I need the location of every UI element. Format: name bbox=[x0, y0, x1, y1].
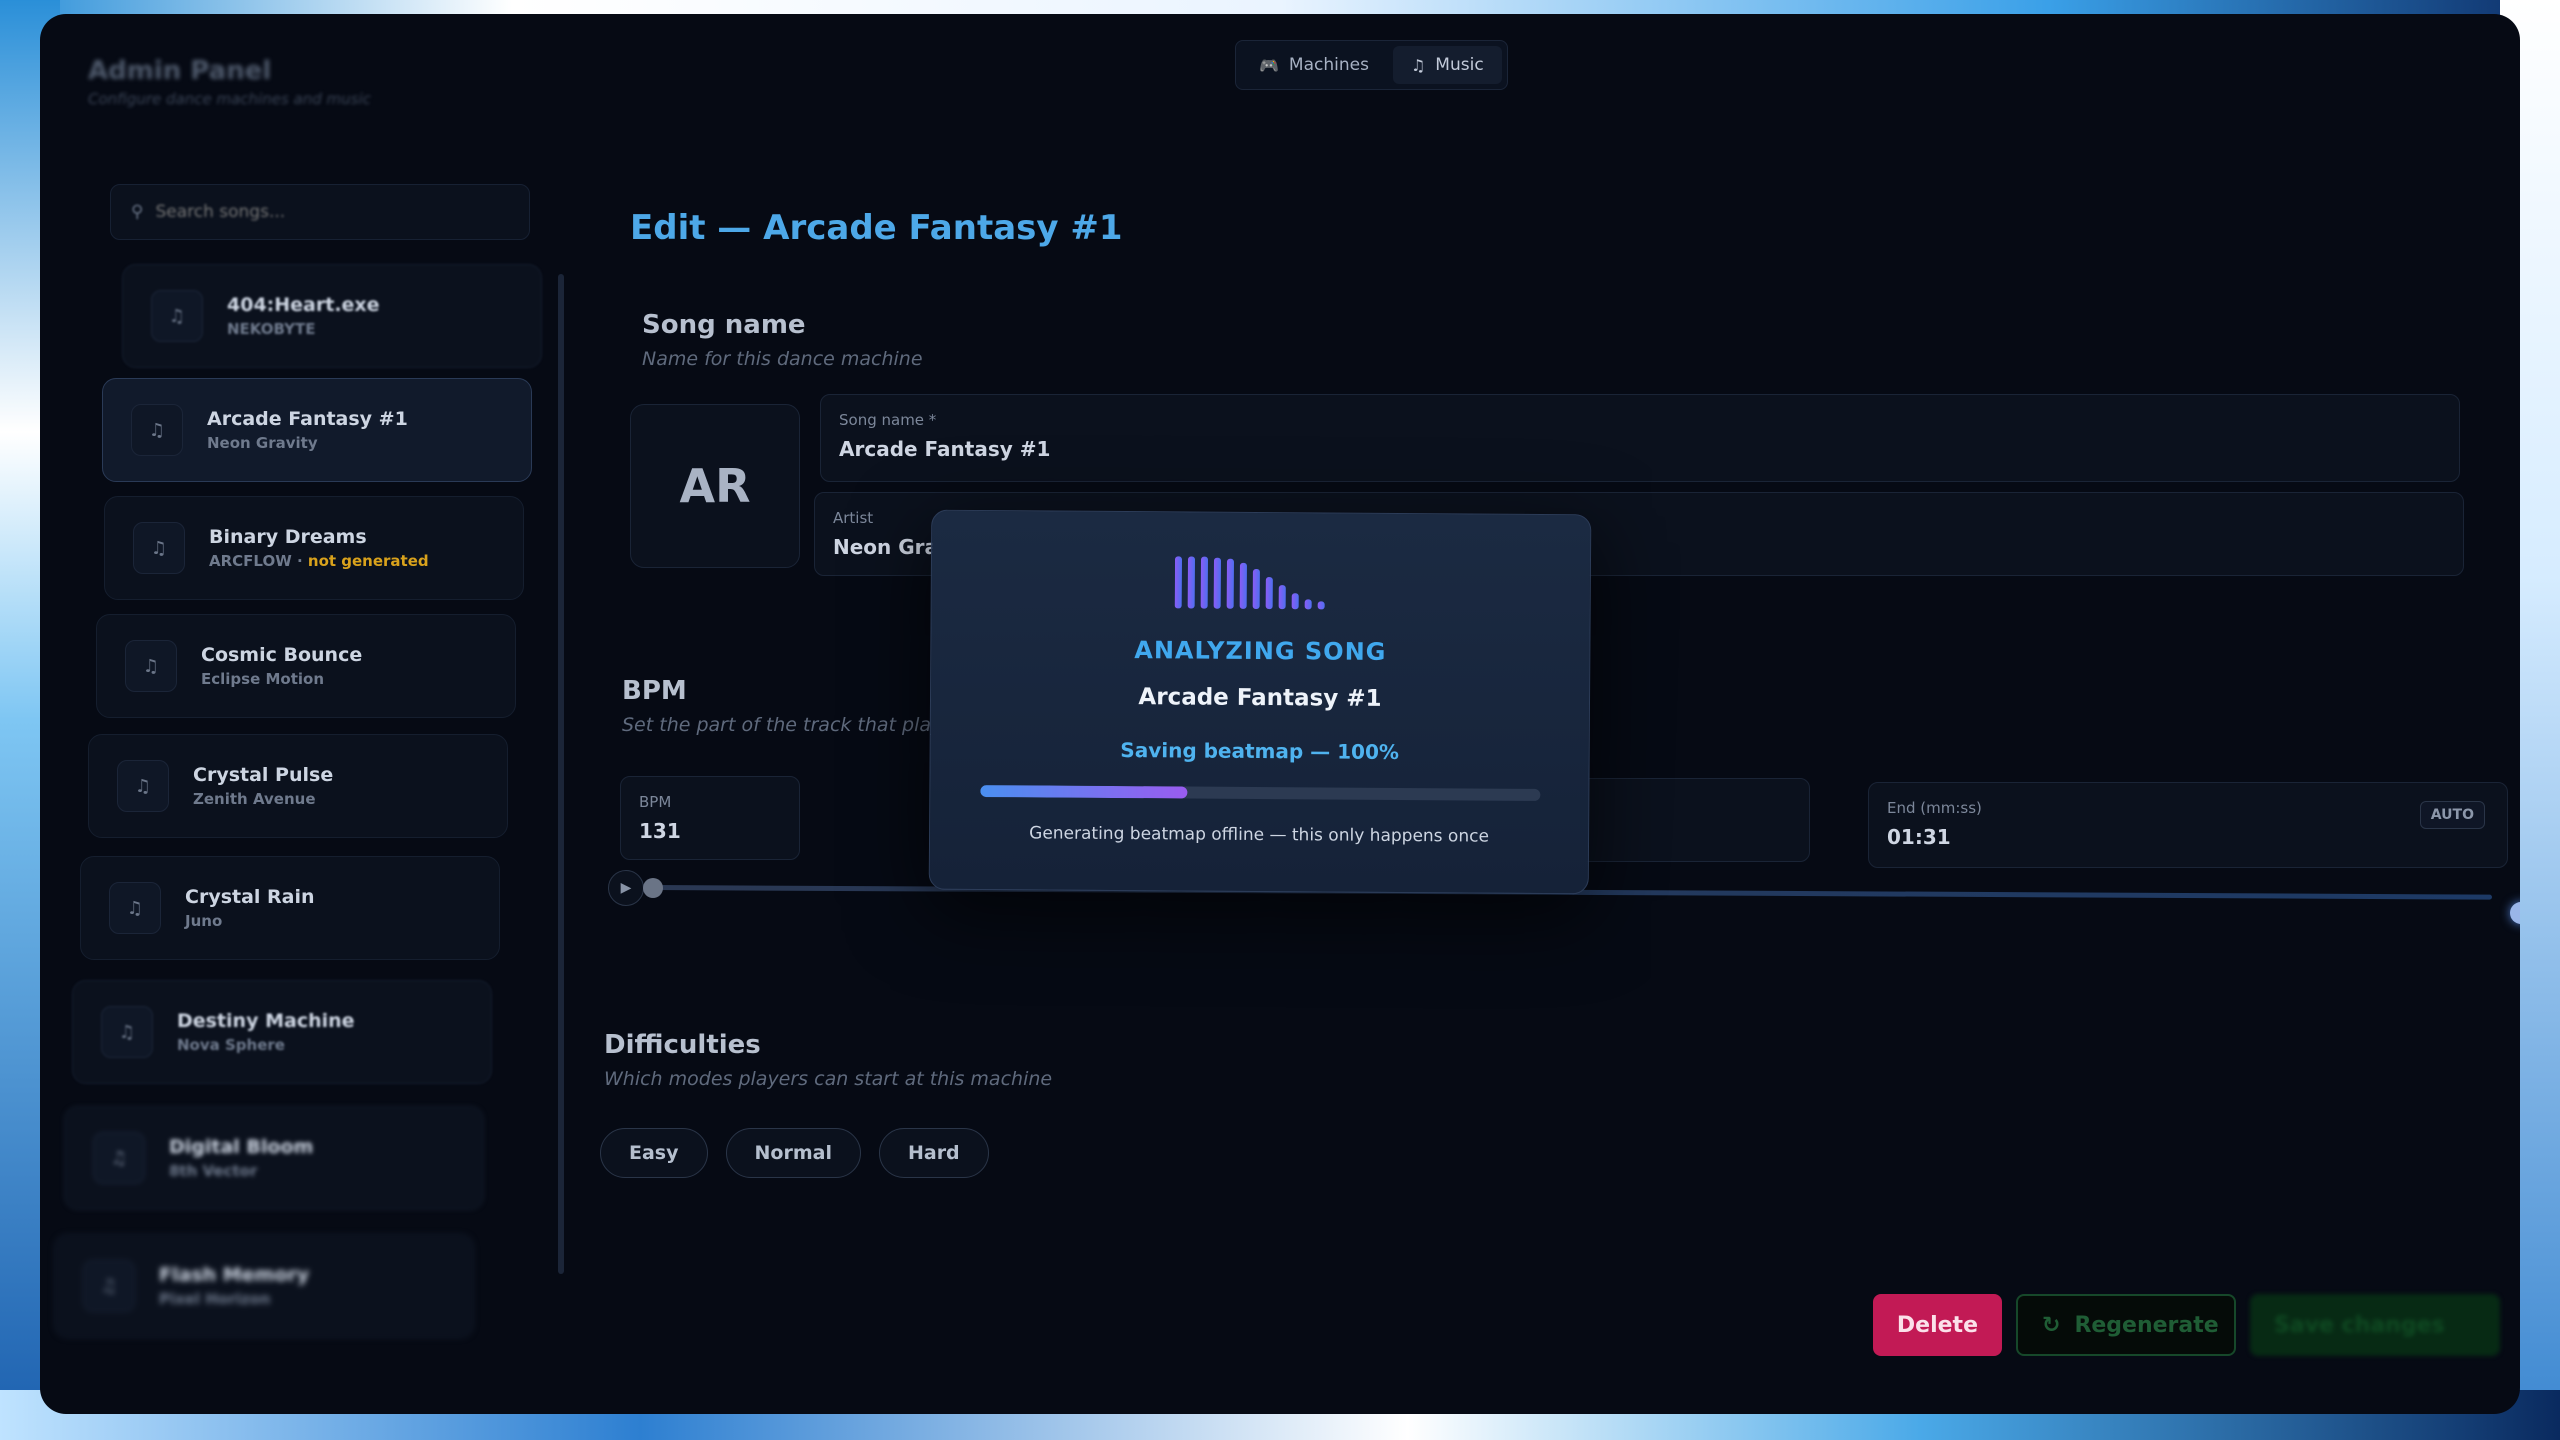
play-icon: ▶ bbox=[620, 880, 632, 896]
song-title: Digital Bloom bbox=[169, 1136, 314, 1158]
tab-machines[interactable]: 🎮 Machines bbox=[1241, 46, 1387, 84]
list-item[interactable]: ♫ Binary Dreams ARCFLOW · not generated bbox=[104, 496, 524, 600]
app-subtitle: Configure dance machines and music bbox=[88, 90, 371, 108]
auto-badge[interactable]: AUTO bbox=[2419, 801, 2485, 829]
song-title: Binary Dreams bbox=[209, 526, 367, 548]
music-note-icon: ♫ bbox=[117, 760, 169, 812]
delete-button[interactable]: Delete bbox=[1872, 1294, 2002, 1356]
song-artist: Neon Gravity bbox=[207, 434, 318, 452]
list-item[interactable]: ♫ Cosmic Bounce Eclipse Motion bbox=[96, 614, 516, 718]
music-note-icon: ♫ bbox=[151, 290, 203, 342]
top-tabs: 🎮 Machines ♫ Music bbox=[1235, 40, 1508, 90]
music-note-icon: ♫ bbox=[133, 522, 185, 574]
status-badge: not generated bbox=[307, 552, 429, 570]
section-title: Difficulties bbox=[604, 1030, 761, 1060]
song-title: Arcade Fantasy #1 bbox=[207, 408, 408, 430]
list-item[interactable]: ♫ Flash Memory Pixel Horizon bbox=[54, 1234, 474, 1338]
search-box[interactable]: ⚲ bbox=[110, 184, 530, 240]
field-label: End (mm:ss) bbox=[1887, 799, 1982, 817]
song-artist-name: ARCFLOW bbox=[209, 552, 292, 570]
section-title: BPM bbox=[622, 676, 687, 706]
music-note-icon: ♫ bbox=[1410, 55, 1426, 75]
difficulties-section: Difficulties Which modes players can sta… bbox=[604, 1030, 1052, 1090]
section-title: Song name bbox=[642, 310, 806, 340]
music-note-icon: ♫ bbox=[101, 1006, 153, 1058]
modal-status: Saving beatmap — 100% bbox=[1120, 738, 1400, 764]
song-name-field[interactable]: Song name * Arcade Fantasy #1 bbox=[820, 394, 2460, 482]
bpm-field[interactable]: BPM 131 bbox=[620, 776, 800, 860]
page-title: Edit — Arcade Fantasy #1 bbox=[630, 208, 1123, 248]
timeline-start-handle[interactable] bbox=[643, 878, 663, 898]
music-note-icon: ♫ bbox=[131, 404, 183, 456]
search-input[interactable] bbox=[155, 202, 496, 222]
song-title: 404:Heart.exe bbox=[227, 294, 380, 316]
gamepad-icon: 🎮 bbox=[1259, 55, 1279, 75]
song-artist: Nova Sphere bbox=[177, 1036, 285, 1054]
song-artist: Eclipse Motion bbox=[201, 670, 325, 688]
modal-song-title: Arcade Fantasy #1 bbox=[1138, 684, 1382, 712]
sidebar-scrollbar[interactable] bbox=[558, 274, 564, 1274]
analyzing-modal: ANALYZING SONG Arcade Fantasy #1 Saving … bbox=[928, 509, 1592, 895]
section-subtitle: Set the part of the track that plays bbox=[622, 714, 953, 736]
song-title: Flash Memory bbox=[159, 1264, 310, 1286]
section-subtitle: Name for this dance machine bbox=[642, 348, 923, 370]
regenerate-label: Regenerate bbox=[2074, 1312, 2219, 1338]
list-item[interactable]: ♫ Crystal Rain Juno bbox=[80, 856, 500, 960]
song-artist: Juno bbox=[185, 912, 223, 930]
tab-machines-label: Machines bbox=[1288, 55, 1369, 75]
song-title: Crystal Rain bbox=[185, 886, 315, 908]
bpm-value: 131 bbox=[639, 819, 681, 843]
difficulty-chip-hard[interactable]: Hard bbox=[878, 1128, 989, 1178]
difficulty-chip-easy[interactable]: Easy bbox=[600, 1128, 708, 1178]
list-item[interactable]: ♫ Digital Bloom 8th Vector bbox=[64, 1106, 484, 1210]
save-button[interactable]: Save changes bbox=[2250, 1294, 2500, 1356]
tab-music-label: Music bbox=[1435, 55, 1484, 75]
song-artist: NEKOBYTE bbox=[227, 320, 316, 338]
modal-heading: ANALYZING SONG bbox=[1134, 636, 1387, 666]
music-note-icon: ♫ bbox=[93, 1132, 145, 1184]
difficulty-chips: Easy Normal Hard bbox=[600, 1128, 989, 1178]
song-title: Destiny Machine bbox=[177, 1010, 355, 1032]
tab-music[interactable]: ♫ Music bbox=[1392, 46, 1502, 84]
end-field[interactable]: End (mm:ss) 01:31 AUTO bbox=[1868, 782, 2508, 868]
music-note-icon: ♫ bbox=[109, 882, 161, 934]
song-artist: Pixel Horizon bbox=[159, 1290, 271, 1308]
song-artist: Zenith Avenue bbox=[193, 790, 316, 808]
list-item-active[interactable]: ♫ Arcade Fantasy #1 Neon Gravity bbox=[102, 378, 532, 482]
list-item[interactable]: ♫ Destiny Machine Nova Sphere bbox=[72, 980, 492, 1084]
end-value: 01:31 bbox=[1887, 825, 1951, 849]
progress-bar bbox=[980, 785, 1541, 801]
field-label: BPM bbox=[639, 793, 672, 811]
bpm-section: BPM Set the part of the track that plays bbox=[622, 676, 952, 736]
regenerate-button[interactable]: ↻ Regenerate bbox=[2016, 1294, 2236, 1356]
song-avatar[interactable]: AR bbox=[630, 404, 800, 568]
song-title: Cosmic Bounce bbox=[201, 644, 363, 666]
song-name-section: Song name Name for this dance machine bbox=[642, 310, 923, 370]
waveform-icon bbox=[1174, 556, 1325, 610]
admin-window: Admin Panel Configure dance machines and… bbox=[40, 14, 2520, 1414]
field-label: Song name * bbox=[839, 411, 937, 429]
progress-fill bbox=[980, 785, 1188, 799]
song-title: Crystal Pulse bbox=[193, 764, 334, 786]
song-artist: 8th Vector bbox=[169, 1162, 258, 1180]
song-sidebar: ⚲ ♫ 404:Heart.exe NEKOBYTE ♫ Arcade Fant… bbox=[54, 174, 600, 1394]
action-bar: Delete ↻ Regenerate Save changes bbox=[1872, 1294, 2500, 1356]
start-field[interactable] bbox=[1560, 778, 1810, 862]
play-button[interactable]: ▶ bbox=[608, 870, 644, 906]
section-subtitle: Which modes players can start at this ma… bbox=[604, 1068, 1053, 1090]
list-item[interactable]: ♫ 404:Heart.exe NEKOBYTE bbox=[122, 264, 542, 368]
refresh-icon: ↻ bbox=[2042, 1312, 2061, 1338]
timeline-end-handle[interactable] bbox=[2510, 902, 2520, 924]
modal-note: Generating beatmap offline — this only h… bbox=[1029, 823, 1490, 847]
search-icon: ⚲ bbox=[131, 202, 144, 222]
brand: Admin Panel Configure dance machines and… bbox=[88, 56, 371, 108]
app-title: Admin Panel bbox=[88, 56, 272, 86]
difficulty-chip-normal[interactable]: Normal bbox=[725, 1128, 861, 1178]
music-note-icon: ♫ bbox=[125, 640, 177, 692]
list-item[interactable]: ♫ Crystal Pulse Zenith Avenue bbox=[88, 734, 508, 838]
song-artist: ARCFLOW · not generated bbox=[209, 552, 429, 570]
music-note-icon: ♫ bbox=[83, 1260, 135, 1312]
song-name-value: Arcade Fantasy #1 bbox=[839, 437, 1051, 461]
